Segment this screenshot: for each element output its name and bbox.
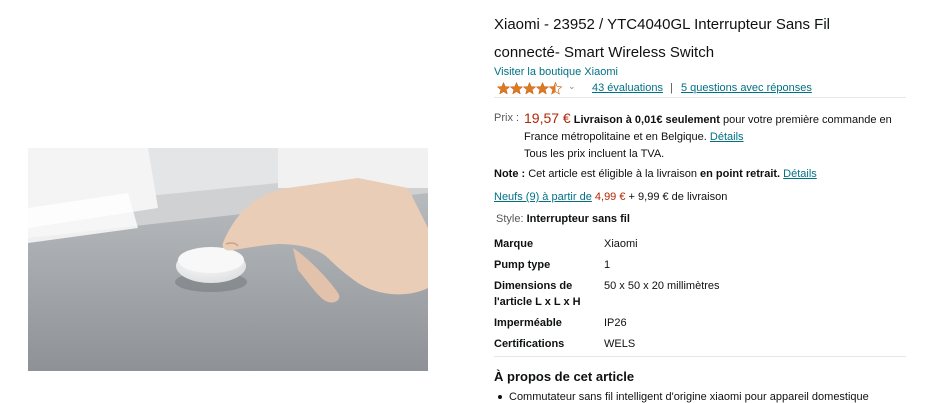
details-link[interactable]: Détails [710,131,744,143]
spec-key: Imperméable [494,317,562,329]
offers-row: Neufs (9) à partir de 4,99 € + 9,99 € de… [494,191,727,203]
store-link[interactable]: Visiter la boutique Xiaomi [494,66,618,78]
chevron-down-icon[interactable]: ⌄ [568,81,576,92]
style-row: Style: Interrupteur sans fil [496,213,630,225]
price-block: 19,57 € Livraison à 0,01€ seulement pour… [524,110,906,163]
note-bold: en point retrait. [700,168,781,180]
spec-value: IP26 [604,317,627,329]
bullet-text: Commutateur sans fil intelligent d'origi… [509,391,869,403]
divider [494,97,906,98]
note-details-link[interactable]: Détails [783,168,817,180]
spec-key: Certifications [494,338,565,350]
separator: | [670,82,673,94]
about-bullet: Commutateur sans fil intelligent d'origi… [498,391,869,403]
note-row: Note : Cet article est éligible à la liv… [494,168,817,180]
offers-shipping: + 9,99 € de livraison [628,191,728,203]
star-rating[interactable] [497,82,567,95]
delivery-offer: Livraison à 0,01€ seulement [573,114,720,126]
questions-link[interactable]: 5 questions avec réponses [681,82,812,94]
spec-value: WELS [604,338,636,350]
product-photo [28,148,428,371]
spec-value: Xiaomi [604,238,638,250]
ratings-count-link[interactable]: 43 évaluations [592,82,663,94]
about-heading: À propos de cet article [494,369,635,384]
product-title: Xiaomi - 23952 / YTC4040GL Interrupteur … [494,16,831,61]
star-icon [497,82,511,95]
spec-value: 1 [604,259,611,271]
spec-key: Marque [494,238,534,250]
divider [494,356,906,357]
new-offers-link[interactable]: Neufs (9) à partir de [494,191,592,203]
star-icon [522,82,537,95]
style-label: Style: [496,213,524,225]
note-label: Note : [494,168,526,180]
style-value: Interrupteur sans fil [526,213,630,225]
star-icon [535,82,550,95]
product-image[interactable] [28,148,428,371]
spec-value: 50 x 50 x 20 millimètres [604,280,720,292]
price-value: 19,57 € [524,110,571,126]
star-icon [509,82,524,95]
note-text: Cet article est éligible à la livraison [525,168,701,180]
half-star-icon [548,82,563,95]
spec-key: Dimensions de l'article L x L x H [494,280,581,308]
price-label: Prix : [494,112,520,124]
bullet-dot [498,395,502,400]
offers-price: 4,99 € [594,191,626,203]
spec-key: Pump type [494,259,551,271]
tva-text: Tous les prix incluent la TVA. [524,148,665,160]
